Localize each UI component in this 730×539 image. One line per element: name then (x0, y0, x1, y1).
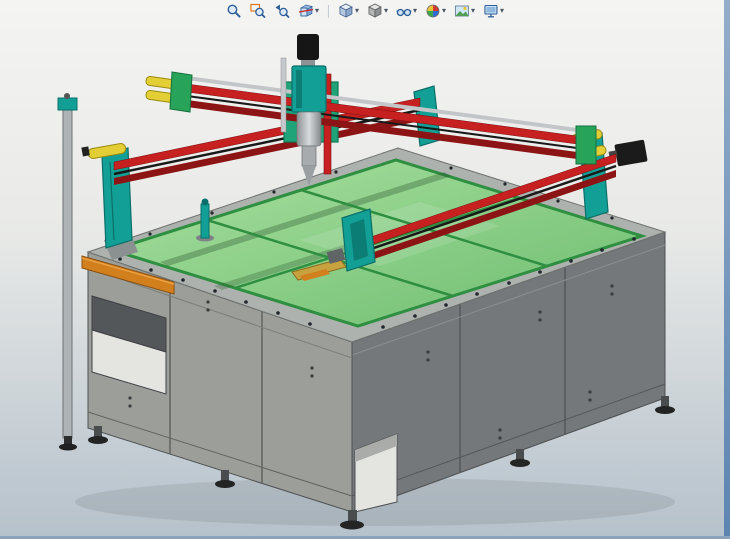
graphics-viewport[interactable] (0, 0, 730, 539)
edit-appearance-ball-icon (425, 3, 441, 19)
view-orientation-button[interactable]: ▾ (337, 2, 360, 20)
view-settings-button[interactable]: ▾ (482, 2, 505, 20)
view-settings-icon (483, 3, 499, 19)
gantry-bridge[interactable] (145, 72, 596, 164)
zoom-to-fit-button[interactable] (225, 2, 243, 20)
display-style-icon (367, 3, 383, 19)
edit-appearance-button[interactable]: ▾ (424, 2, 447, 20)
drive-motor (614, 140, 647, 167)
heads-up-view-toolbar: ▾ ▾ ▾ (225, 2, 505, 20)
window-edge-right (724, 0, 730, 539)
dropdown-caret: ▾ (413, 7, 417, 15)
toolbar-separator (328, 5, 329, 18)
dropdown-caret: ▾ (315, 7, 319, 15)
cad-model-cnc-gantry-machine[interactable] (0, 0, 730, 539)
section-view-icon (298, 3, 314, 19)
apply-scene-button[interactable]: ▾ (453, 2, 476, 20)
spindle-motor (297, 34, 319, 60)
application-window: ▾ ▾ ▾ (0, 0, 730, 539)
previous-view-icon (274, 3, 290, 19)
view-orientation-cube-icon (338, 3, 354, 19)
hide-show-items-button[interactable]: ▾ (395, 2, 418, 20)
display-style-button[interactable]: ▾ (366, 2, 389, 20)
dropdown-caret: ▾ (471, 7, 475, 15)
dropdown-caret: ▾ (355, 7, 359, 15)
zoom-to-area-button[interactable] (249, 2, 267, 20)
dropdown-caret: ▾ (442, 7, 446, 15)
dropdown-caret: ▾ (384, 7, 388, 15)
zoom-to-fit-icon (226, 3, 242, 19)
zoom-to-area-icon (250, 3, 266, 19)
dropdown-caret: ▾ (500, 7, 504, 15)
hide-show-items-glasses-icon (396, 3, 412, 19)
previous-view-button[interactable] (273, 2, 291, 20)
stand-post[interactable] (58, 93, 77, 451)
apply-scene-icon (454, 3, 470, 19)
section-view-button[interactable]: ▾ (297, 2, 320, 20)
